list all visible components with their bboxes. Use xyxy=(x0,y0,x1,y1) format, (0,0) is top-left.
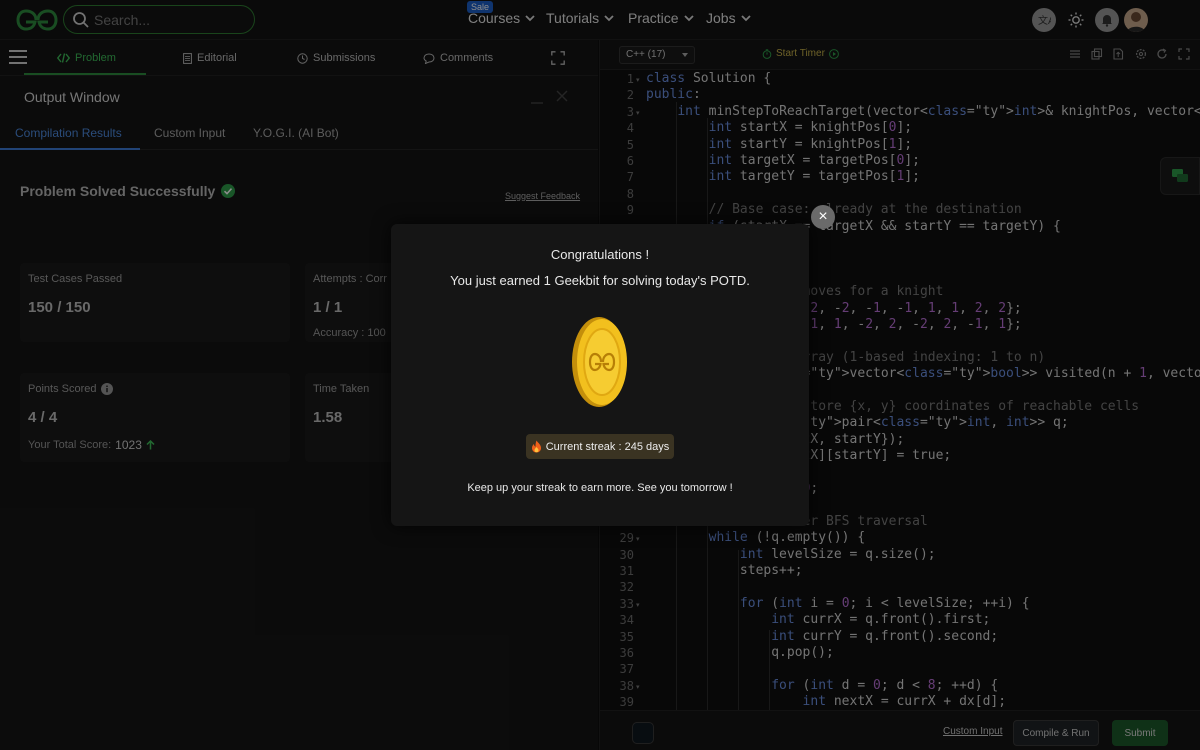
geekbit-coin-icon xyxy=(572,317,627,407)
congrats-modal: Congratulations ! You just earned 1 Geek… xyxy=(391,224,809,526)
fire-icon xyxy=(531,440,541,453)
modal-title: Congratulations ! xyxy=(550,247,650,262)
modal-message: You just earned 1 Geekbit for solving to… xyxy=(450,273,750,288)
modal-footer: Keep up your streak to earn more. See yo… xyxy=(467,482,733,494)
streak-badge: Current streak : 245 days xyxy=(526,434,674,459)
close-icon: × xyxy=(818,208,828,225)
modal-close-button[interactable]: × xyxy=(811,205,835,229)
streak-text: Current streak : 245 days xyxy=(545,440,670,453)
